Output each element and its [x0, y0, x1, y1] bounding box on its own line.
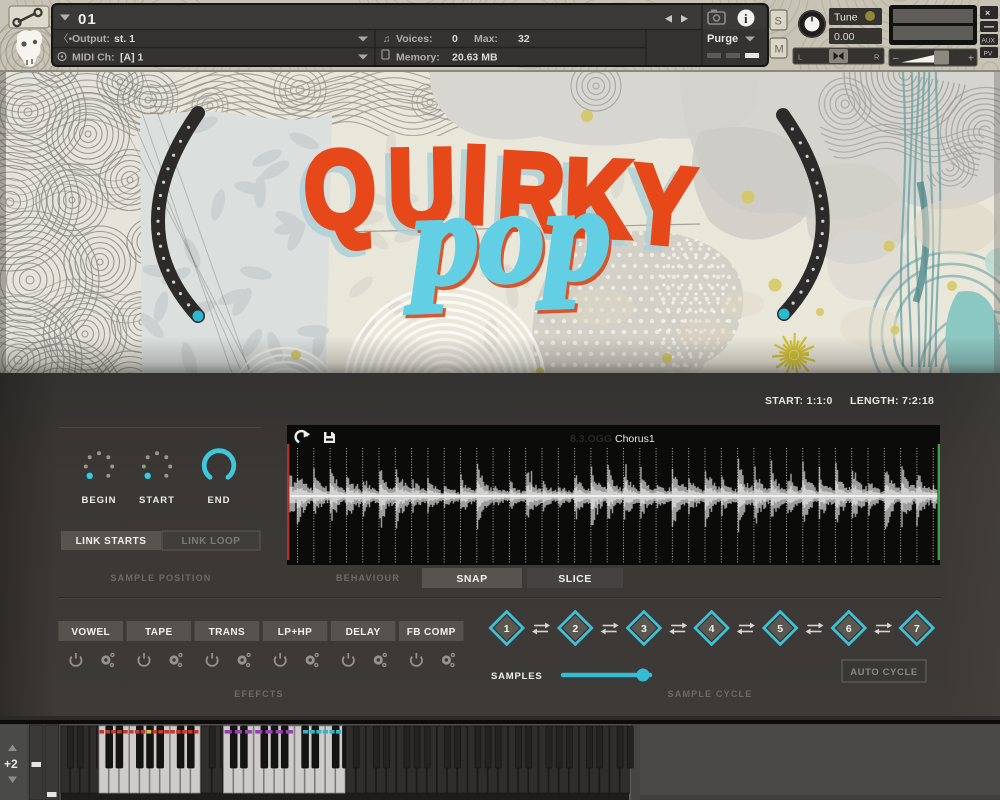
svg-text:i: i — [744, 11, 748, 26]
svg-text:♫: ♫ — [383, 34, 391, 45]
svg-text:SAMPLE CYCLE: SAMPLE CYCLE — [668, 689, 753, 699]
svg-text:20.63 MB: 20.63 MB — [452, 52, 498, 64]
svg-text:Memory:: Memory: — [396, 52, 440, 64]
svg-text:0.00: 0.00 — [834, 31, 855, 43]
svg-text:L: L — [798, 53, 802, 62]
svg-text:6: 6 — [846, 623, 852, 635]
svg-text:EFEFCTS: EFEFCTS — [234, 689, 283, 699]
svg-text:01: 01 — [78, 11, 97, 28]
svg-text:TAPE: TAPE — [145, 627, 173, 638]
svg-text:0: 0 — [452, 33, 458, 45]
svg-text:+2: +2 — [4, 757, 18, 771]
svg-text:SAMPLES: SAMPLES — [491, 671, 543, 682]
svg-text:SNAP: SNAP — [456, 573, 487, 585]
svg-text:PV: PV — [984, 51, 993, 58]
svg-text:LENGTH: 7:2:18: LENGTH: 7:2:18 — [850, 395, 934, 407]
svg-text:AUTO CYCLE: AUTO CYCLE — [850, 667, 918, 678]
svg-text:4: 4 — [709, 623, 715, 635]
svg-text:Q: Q — [301, 126, 379, 253]
svg-text:[A] 1: [A] 1 — [120, 52, 143, 64]
svg-text:S: S — [775, 16, 782, 28]
svg-text:START: START — [139, 495, 175, 506]
svg-text:Output:: Output: — [72, 33, 110, 45]
svg-text:LINK STARTS: LINK STARTS — [76, 536, 147, 547]
svg-text:×: × — [985, 8, 990, 18]
svg-text:SAMPLE POSITION: SAMPLE POSITION — [110, 573, 211, 583]
svg-text:5: 5 — [777, 623, 783, 635]
svg-text:M: M — [775, 44, 784, 56]
svg-text:+: + — [968, 54, 974, 65]
svg-text:DELAY: DELAY — [346, 627, 381, 638]
svg-text:st. 1: st. 1 — [114, 33, 135, 45]
svg-text:LP+HP: LP+HP — [278, 627, 313, 638]
svg-text:7: 7 — [914, 623, 920, 635]
svg-text:END: END — [207, 495, 230, 506]
svg-text:BEHAVIOUR: BEHAVIOUR — [336, 573, 400, 583]
svg-text:R: R — [874, 53, 880, 62]
svg-text:〈•: 〈• — [58, 33, 72, 45]
svg-text:START: 1:1:0: START: 1:1:0 — [765, 395, 833, 407]
svg-text:Max:: Max: — [474, 33, 498, 45]
svg-text:Tune: Tune — [834, 12, 858, 24]
svg-text:AUX: AUX — [982, 38, 996, 45]
svg-text:32: 32 — [518, 33, 530, 45]
svg-text:3: 3 — [641, 623, 647, 635]
svg-text:2: 2 — [572, 623, 578, 635]
svg-text:BEGIN: BEGIN — [81, 495, 116, 506]
svg-text:VOWEL: VOWEL — [71, 627, 110, 638]
svg-text:pop: pop — [400, 159, 613, 313]
svg-text:MIDI Ch:: MIDI Ch: — [72, 52, 115, 64]
svg-text:FB COMP: FB COMP — [407, 627, 456, 638]
svg-text:LINK LOOP: LINK LOOP — [182, 536, 241, 547]
svg-text:TRANS: TRANS — [209, 627, 245, 638]
svg-text:Y: Y — [627, 141, 699, 269]
svg-text:Purge: Purge — [707, 33, 738, 45]
svg-text:1: 1 — [504, 623, 510, 635]
svg-text:–: – — [893, 53, 899, 64]
svg-text:SLICE: SLICE — [558, 573, 591, 585]
svg-text:Voices:: Voices: — [396, 33, 433, 45]
